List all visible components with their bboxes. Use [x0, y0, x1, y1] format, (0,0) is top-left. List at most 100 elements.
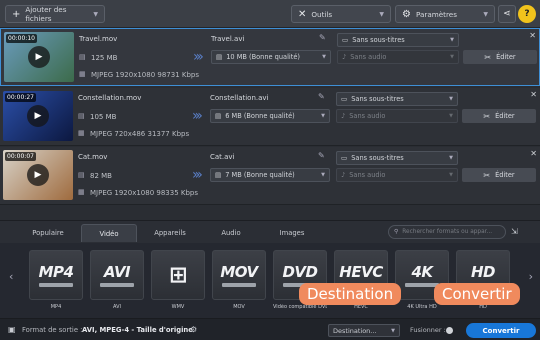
subtitles-select[interactable]: ▭ Sans sous-titres ▼: [336, 151, 458, 165]
output-quality-select[interactable]: ▤ 7 MB (Bonne qualité) ▼: [210, 168, 330, 182]
format-tile[interactable]: MP4: [29, 250, 83, 300]
chevron-down-icon: ▼: [449, 113, 453, 119]
format-tile[interactable]: ⊞: [151, 250, 205, 300]
scissors-icon: ✂: [483, 170, 491, 180]
format-caption: MOV: [233, 304, 245, 310]
file-icon: ▤: [216, 53, 223, 61]
close-icon[interactable]: ✕: [530, 90, 537, 99]
destination-label: Destination...: [333, 326, 377, 335]
merge-label: Fusionner :: [410, 326, 446, 334]
audio-label: Sans audio: [349, 171, 386, 179]
file-row[interactable]: 00:00:27 ▶ Constellation.mov ▤ 105 MB ▦ …: [0, 88, 540, 146]
format-tile[interactable]: MOV: [212, 250, 266, 300]
source-metadata: MJPEG 1920x1080 98731 Kbps: [91, 71, 200, 79]
format-caption: AVI: [113, 304, 121, 310]
help-button[interactable]: ?: [518, 5, 536, 23]
edit-button[interactable]: ✂ Éditer: [462, 168, 536, 182]
video-thumbnail[interactable]: 00:00:10 ▶: [4, 32, 74, 82]
audio-select[interactable]: ♪ Sans audio ▼: [336, 109, 458, 123]
subtitles-select[interactable]: ▭ Sans sous-titres ▼: [336, 92, 458, 106]
subtitles-label: Sans sous-titres: [351, 95, 404, 103]
edit-button[interactable]: ✂ Éditer: [463, 50, 537, 64]
chevron-down-icon: ▼: [379, 10, 384, 18]
file-row[interactable]: 00:00:10 ▶ Travel.mov ▤ 125 MB ▦ MJPEG 1…: [0, 28, 540, 86]
chevron-down-icon: ▼: [483, 10, 488, 18]
tab-images[interactable]: Images: [264, 224, 320, 242]
play-icon[interactable]: ▶: [27, 164, 49, 186]
chevron-right-icon[interactable]: ›: [529, 270, 533, 283]
edit-button[interactable]: ✂ Éditer: [462, 109, 536, 123]
add-files-button[interactable]: + Ajouter des fichiers ▼: [5, 5, 105, 23]
format-logo: AVI: [103, 263, 131, 281]
output-quality-select[interactable]: ▤ 6 MB (Bonne qualité) ▼: [210, 109, 330, 123]
close-icon[interactable]: ✕: [530, 149, 537, 158]
file-icon: ▤: [215, 112, 222, 120]
output-quality-label: 10 MB (Bonne qualité): [226, 53, 300, 61]
video-thumbnail[interactable]: 00:00:27 ▶: [3, 91, 73, 141]
convert-button[interactable]: Convertir: [466, 323, 536, 338]
merge-toggle[interactable]: [446, 326, 456, 334]
chevron-down-icon: ▼: [322, 54, 326, 60]
output-format-value: AVI, MPEG-4 - Taille d'origine: [82, 326, 193, 334]
format-logo: MP4: [38, 263, 74, 281]
tab-populaire[interactable]: Populaire: [20, 224, 76, 242]
tools-button[interactable]: ✕ Outils ▼: [291, 5, 391, 23]
chevron-left-icon[interactable]: ‹: [9, 270, 13, 283]
source-filename: Cat.mov: [78, 153, 108, 161]
settings-button[interactable]: ⚙ Paramètres ▼: [395, 5, 495, 23]
video-thumbnail[interactable]: 00:00:07 ▶: [3, 150, 73, 200]
format-search-input[interactable]: ⚲ Rechercher formats ou appar...: [388, 225, 506, 239]
output-quality-label: 6 MB (Bonne qualité): [225, 112, 295, 120]
format-logo: MOV: [220, 263, 258, 281]
destination-callout: Destination: [299, 283, 402, 305]
format-logo: HD: [470, 263, 496, 281]
plus-icon: +: [12, 8, 21, 20]
export-icon[interactable]: ⇲: [511, 227, 518, 236]
play-icon[interactable]: ▶: [27, 105, 49, 127]
audio-label: Sans audio: [350, 53, 387, 61]
convert-arrow-icon: ›››: [192, 167, 203, 183]
output-filename: Travel.avi: [211, 35, 245, 43]
subtitles-select[interactable]: ▭ Sans sous-titres ▼: [337, 33, 459, 47]
rename-pencil-icon[interactable]: ✎: [318, 92, 325, 101]
chevron-down-icon: ▼: [321, 113, 325, 119]
file-row[interactable]: 00:00:07 ▶ Cat.mov ▤ 82 MB ▦ MJPEG 1920x…: [0, 147, 540, 205]
duration-badge: 00:00:07: [5, 152, 36, 161]
gear-icon[interactable]: ⚙: [190, 325, 197, 334]
file-icon: ▤: [79, 53, 86, 61]
convert-arrow-icon: ›››: [193, 49, 204, 65]
close-icon[interactable]: ✕: [529, 31, 536, 40]
format-logo-strip: [222, 283, 256, 287]
settings-label: Paramètres: [415, 9, 457, 19]
scissors-icon: ✂: [484, 52, 492, 62]
search-icon: ⚲: [394, 229, 399, 235]
tab-appareils[interactable]: Appareils: [142, 224, 198, 242]
duration-badge: 00:00:10: [6, 34, 37, 43]
tab-audio[interactable]: Audio: [203, 224, 259, 242]
file-icon: ▤: [78, 171, 85, 179]
format-tabs: Populaire Vidéo Appareils Audio Images ⚲…: [0, 221, 540, 243]
tab-video[interactable]: Vidéo: [81, 224, 137, 242]
audio-select[interactable]: ♪ Sans audio ▼: [336, 168, 458, 182]
convert-arrow-icon: ›››: [192, 108, 203, 124]
format-logo-strip: [39, 283, 73, 287]
source-filename: Travel.mov: [79, 35, 118, 43]
output-quality-label: 7 MB (Bonne qualité): [225, 171, 295, 179]
audio-icon: ♪: [342, 53, 347, 61]
rename-pencil-icon[interactable]: ✎: [318, 151, 325, 160]
output-filename: Constellation.avi: [210, 94, 269, 102]
destination-select[interactable]: Destination... ▼: [328, 324, 400, 337]
source-filesize: 82 MB: [90, 172, 112, 180]
edit-label: Éditer: [495, 112, 515, 120]
audio-label: Sans audio: [349, 112, 386, 120]
output-quality-select[interactable]: ▤ 10 MB (Bonne qualité) ▼: [211, 50, 331, 64]
chevron-down-icon: ▼: [450, 37, 454, 43]
audio-select[interactable]: ♪ Sans audio ▼: [337, 50, 459, 64]
format-logo: 4K: [411, 263, 433, 281]
film-icon: ▦: [79, 70, 86, 78]
rename-pencil-icon[interactable]: ✎: [319, 33, 326, 42]
windows-logo-icon: ⊞: [169, 262, 187, 288]
share-button[interactable]: ⋖: [498, 5, 516, 23]
format-tile[interactable]: AVI: [90, 250, 144, 300]
play-icon[interactable]: ▶: [28, 46, 50, 68]
